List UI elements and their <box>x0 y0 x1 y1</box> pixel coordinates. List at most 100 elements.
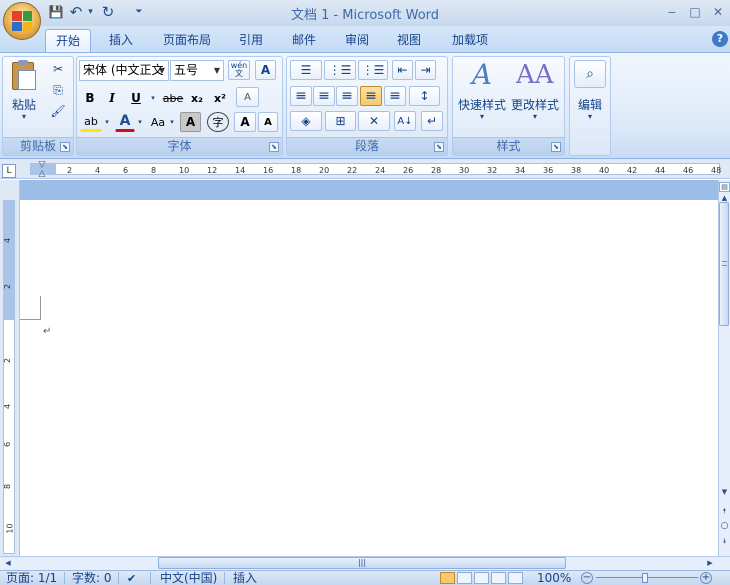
editing-button[interactable]: 编辑 <box>570 96 610 113</box>
clear-formatting-icon[interactable]: A <box>236 87 259 107</box>
undo-dropdown-icon[interactable]: ▾ <box>86 3 95 21</box>
bullets-icon[interactable]: ☰ <box>290 60 322 80</box>
paste-icon[interactable] <box>8 60 40 92</box>
customize-qat-icon[interactable]: ⏷ <box>133 3 145 21</box>
align-center-icon[interactable]: ≡ <box>313 86 335 106</box>
print-layout-view-icon[interactable] <box>440 572 455 584</box>
increase-indent-icon[interactable]: ⇥ <box>415 60 436 80</box>
sort-icon[interactable]: A↓ <box>394 111 416 131</box>
zoom-in-icon[interactable]: + <box>700 572 712 584</box>
tab-mailings[interactable]: 邮件 <box>282 29 326 52</box>
scroll-down-icon[interactable]: ▼ <box>719 486 730 498</box>
status-word-count[interactable]: 字数: 0 <box>72 572 112 585</box>
align-left-icon[interactable]: ≡ <box>290 86 312 106</box>
status-page[interactable]: 页面: 1/1 <box>6 572 57 585</box>
show-marks-icon[interactable]: ↵ <box>421 111 443 131</box>
tab-addins[interactable]: 加载项 <box>442 29 498 52</box>
next-page-icon[interactable]: ⯯ <box>719 535 730 547</box>
underline-button[interactable]: U <box>126 88 146 108</box>
quick-styles-button[interactable]: 快速样式 <box>456 96 508 113</box>
paste-button[interactable]: 粘贴 <box>4 96 44 113</box>
format-painter-icon[interactable]: 🖌 <box>48 101 68 121</box>
shrink-font-icon[interactable]: A <box>258 112 278 132</box>
font-color-icon[interactable]: A <box>115 112 135 132</box>
underline-dropdown-icon[interactable]: ▾ <box>148 88 158 108</box>
font-launcher-icon[interactable]: ⬊ <box>269 142 279 152</box>
copy-icon[interactable]: ⎘ <box>48 80 68 100</box>
enclose-characters-icon[interactable]: 字 <box>207 112 229 132</box>
zoom-slider-thumb[interactable] <box>642 573 648 583</box>
quick-styles-dropdown-icon[interactable]: ▾ <box>476 112 488 121</box>
web-layout-view-icon[interactable] <box>474 572 489 584</box>
distributed-align-icon[interactable]: ≡ <box>384 86 406 106</box>
bold-button[interactable]: B <box>80 88 100 108</box>
phonetic-guide-icon[interactable]: wén 文 <box>228 60 250 80</box>
chinese-layout-icon[interactable]: ✕ <box>358 111 390 131</box>
tab-home[interactable]: 开始 <box>45 29 91 52</box>
draft-view-icon[interactable] <box>508 572 523 584</box>
tab-insert[interactable]: 插入 <box>99 29 143 52</box>
styles-launcher-icon[interactable]: ⬊ <box>551 142 561 152</box>
change-styles-dropdown-icon[interactable]: ▾ <box>529 112 541 121</box>
office-button[interactable] <box>3 2 41 40</box>
proofing-icon[interactable]: ✔ <box>127 572 136 585</box>
shading-icon[interactable]: ◈ <box>290 111 322 131</box>
align-right-icon[interactable]: ≡ <box>336 86 358 106</box>
character-border-icon[interactable]: A <box>255 60 276 80</box>
strikethrough-button[interactable]: abe <box>162 88 184 108</box>
previous-page-icon[interactable]: ⯭ <box>719 505 730 517</box>
font-size-combo[interactable]: 五号 ▼ <box>170 60 224 81</box>
zoom-level[interactable]: 100% <box>537 572 571 585</box>
save-icon[interactable]: 💾 <box>47 3 65 21</box>
tab-page-layout[interactable]: 页面布局 <box>152 29 222 52</box>
indent-marker-icon[interactable]: ▽ △ <box>37 161 47 179</box>
highlight-color-icon[interactable]: ab <box>80 112 102 132</box>
ruler-toggle-icon[interactable]: ▤ <box>719 182 730 192</box>
scroll-left-icon[interactable]: ◀ <box>2 557 14 569</box>
italic-button[interactable]: I <box>102 88 122 108</box>
zoom-out-icon[interactable]: − <box>581 572 593 584</box>
quick-styles-icon[interactable]: A <box>466 58 498 92</box>
borders-icon[interactable]: ⊞ <box>325 111 356 131</box>
subscript-button[interactable]: x₂ <box>186 88 208 108</box>
minimize-button[interactable]: ‒ <box>661 3 683 21</box>
scroll-right-icon[interactable]: ▶ <box>704 557 716 569</box>
paragraph-launcher-icon[interactable]: ⬊ <box>434 142 444 152</box>
chevron-down-icon[interactable]: ▼ <box>156 61 168 80</box>
change-styles-button[interactable]: 更改样式 <box>508 96 562 113</box>
vertical-scroll-thumb[interactable] <box>719 202 729 326</box>
justify-icon[interactable]: ≡ <box>360 86 382 106</box>
decrease-indent-icon[interactable]: ⇤ <box>392 60 413 80</box>
redo-icon[interactable]: ↻ <box>99 3 117 21</box>
multilevel-list-icon[interactable]: ⋮☰ <box>358 60 388 80</box>
change-case-dropdown-icon[interactable]: ▾ <box>168 112 176 132</box>
font-color-dropdown-icon[interactable]: ▾ <box>135 112 145 132</box>
chevron-down-icon[interactable]: ▼ <box>211 61 223 80</box>
line-spacing-icon[interactable]: ↕ <box>409 86 440 106</box>
tab-review[interactable]: 审阅 <box>335 29 379 52</box>
status-insert-mode[interactable]: 插入 <box>233 572 257 585</box>
full-screen-reading-view-icon[interactable] <box>457 572 472 584</box>
tab-references[interactable]: 引用 <box>229 29 273 52</box>
font-name-combo[interactable]: 宋体 (中文正文 ▼ <box>79 60 169 81</box>
highlight-dropdown-icon[interactable]: ▾ <box>102 112 112 132</box>
character-shading-icon[interactable]: A <box>180 112 201 132</box>
paste-dropdown-icon[interactable]: ▾ <box>14 112 34 121</box>
grow-font-icon[interactable]: A <box>234 112 256 132</box>
select-browse-object-icon[interactable]: ○ <box>719 520 730 532</box>
find-binoculars-icon[interactable]: ⌕ <box>574 60 606 88</box>
horizontal-scroll-thumb[interactable]: ||| <box>158 557 566 569</box>
close-button[interactable]: ✕ <box>707 3 729 21</box>
editing-dropdown-icon[interactable]: ▾ <box>584 112 596 121</box>
clipboard-launcher-icon[interactable]: ⬊ <box>60 142 70 152</box>
undo-icon[interactable]: ↶ <box>68 3 84 21</box>
change-case-button[interactable]: Aa <box>147 112 169 132</box>
help-icon[interactable]: ? <box>712 31 728 47</box>
tab-selector-icon[interactable]: L <box>2 164 16 178</box>
superscript-button[interactable]: x² <box>209 88 231 108</box>
change-styles-icon[interactable]: AA <box>516 58 554 92</box>
outline-view-icon[interactable] <box>491 572 506 584</box>
maximize-button[interactable]: □ <box>684 3 706 21</box>
tab-view[interactable]: 视图 <box>387 29 431 52</box>
numbering-icon[interactable]: ⋮☰ <box>324 60 356 80</box>
